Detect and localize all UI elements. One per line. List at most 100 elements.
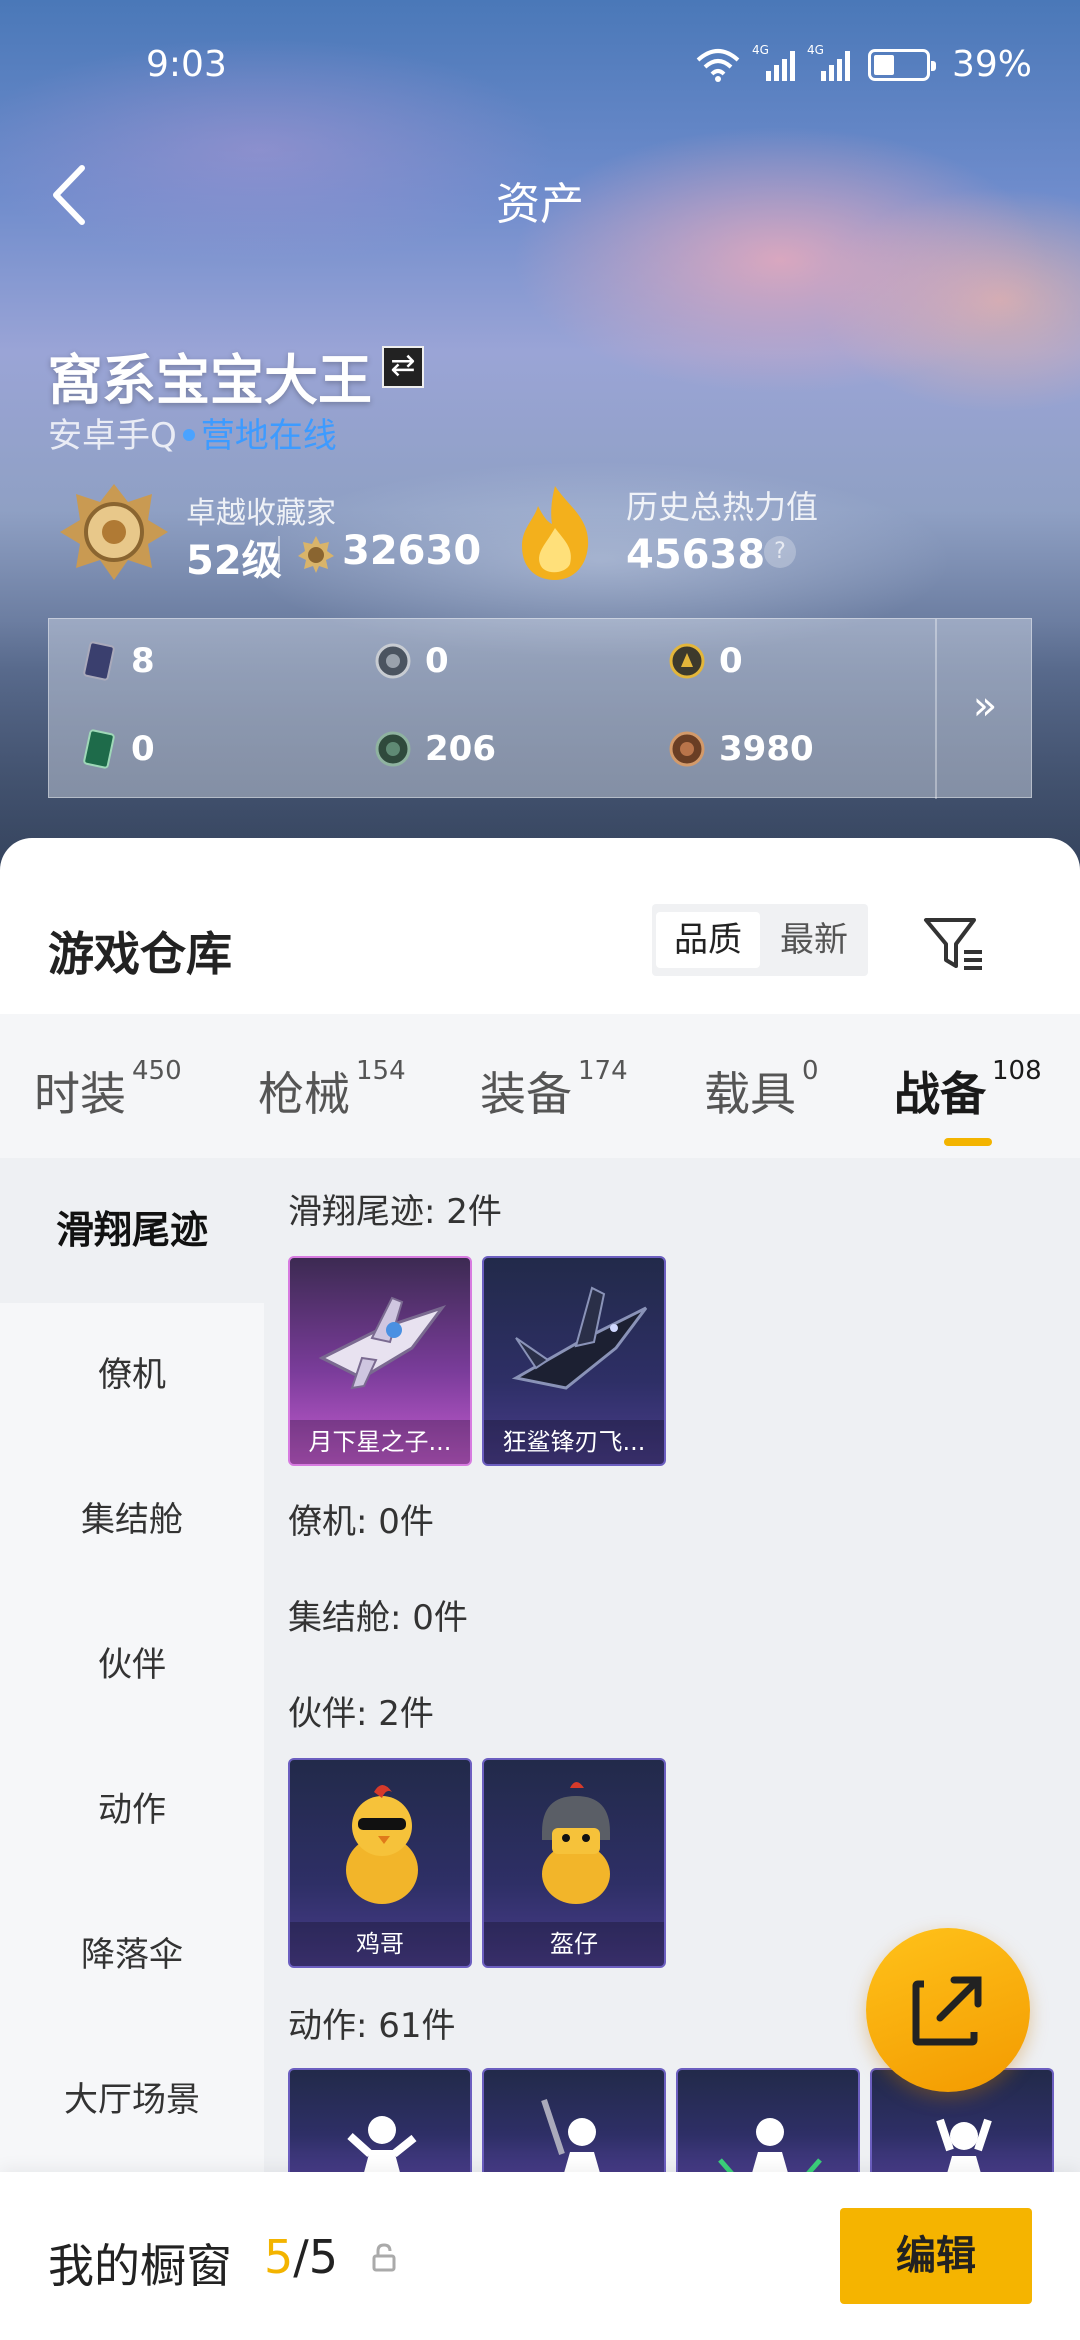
online-dot-icon [182,428,195,441]
tab-label: 战备 [894,1067,986,1121]
help-icon[interactable]: ? [764,536,796,568]
glider-plane-icon [318,1296,447,1390]
lock-icon [372,2243,396,2272]
heat-title: 历史总热力值 [626,488,819,526]
section-title: 僚机: 0件 [288,1502,434,1542]
currency-item: 3980 [669,729,814,769]
filter-icon[interactable] [922,914,984,974]
item-card[interactable]: 狂鲨锋刃飞... [482,1256,666,1466]
asset-page: { "status": {"time": "9:03", "net1": "4G… [0,0,1080,2340]
silver-coin-icon [375,643,411,679]
sort-latest-button[interactable]: 最新 [762,912,866,968]
sort-quality-button[interactable]: 品质 [656,912,760,968]
green-card-icon [83,729,115,769]
category-tabs: 时装 450 枪械 154 装备 174 载具 0 战备 108 [0,1014,1080,1158]
emote-card[interactable] [288,2068,472,2178]
item-card[interactable]: 盔仔 [482,1758,666,1968]
tab-count: 0 [802,1056,819,1086]
battery-icon [867,48,936,81]
sidebar-item-parachute[interactable]: 降落伞 [0,1883,264,2028]
tab-label: 装备 [480,1067,572,1121]
section-title: 伙伴: 2件 [288,1694,434,1734]
share-fab[interactable] [866,1928,1030,2092]
currency-panel[interactable]: 8 0 0 0 206 3980 » [48,618,1033,799]
tab-count: 108 [992,1056,1042,1086]
item-name: 盔仔 [484,1922,664,1966]
currency-item: 8 [81,641,155,681]
item-card[interactable]: 月下星之子... [288,1256,472,1466]
sidebar-item-emote[interactable]: 动作 [0,1738,264,1883]
warehouse-sheet: 游戏仓库 品质 最新 时装 450 枪械 154 装备 174 载具 0 战备 108 滑… [0,838,1080,2340]
showcase-total: /5 [293,2230,339,2284]
helmet-chick-icon [542,1782,610,1904]
showcase-count: 5/5 [264,2230,338,2284]
tab-fashion[interactable]: 时装 450 [34,1056,182,1124]
currency-item: 0 [375,641,449,681]
page-title: 资产 [496,179,584,230]
tab-equipment[interactable]: 装备 174 [480,1056,628,1124]
item-name: 月下星之子... [290,1420,470,1464]
divider [278,536,280,572]
showcase-current: 5 [264,2230,294,2284]
collector-coins: 32630 [342,528,482,574]
sidebar-item-glide-trail[interactable]: 滑翔尾迹 [0,1158,264,1303]
showcase-bar: 我的橱窗 5/5 编辑 [0,2172,1080,2340]
sidebar-item-companion[interactable]: 伙伴 [0,1593,264,1738]
tab-count: 154 [356,1056,406,1086]
emote-card[interactable] [676,2068,860,2178]
green-coin-icon [375,731,411,767]
emote-figure-icon [936,2118,992,2178]
heat-value: 45638 [626,532,766,578]
tab-count: 450 [132,1056,182,1086]
collector-level: 52级 [186,538,282,584]
category-sidebar: 滑翔尾迹 僚机 集结舱 伙伴 动作 降落伞 大厅场景 [0,1158,264,2340]
showcase-title: 我的橱窗 [48,2239,232,2293]
tab-label: 时装 [34,1067,126,1121]
collector-medal-icon [60,484,168,580]
emote-figure-icon [541,2099,602,2178]
user-name: 窩系宝宝大王 [48,349,372,412]
user-subtitle: 安卓手Q 营地在线 [48,408,337,457]
card-ticket-icon [83,641,115,681]
active-tab-indicator [944,1138,992,1146]
more-arrow-icon[interactable]: » [937,619,1033,799]
tab-label: 载具 [704,1067,796,1121]
warehouse-title: 游戏仓库 [48,927,232,981]
section-title: 集结舱: 0件 [288,1598,468,1638]
sidebar-item-lobby-scene[interactable]: 大厅场景 [0,2028,264,2173]
section-title: 滑翔尾迹: 2件 [288,1192,502,1232]
currency-value: 0 [719,641,743,681]
currency-item: 0 [81,729,155,769]
emote-figure-icon [718,2118,822,2178]
net-type-1: 4G [751,42,769,57]
tab-label: 枪械 [258,1067,350,1121]
bronze-coin-icon [669,731,705,767]
item-name: 鸡哥 [290,1922,470,1966]
emote-figure-icon [347,2116,417,2178]
tab-guns[interactable]: 枪械 154 [258,1056,406,1124]
currency-value: 206 [425,729,496,769]
tab-vehicles[interactable]: 载具 0 [704,1056,819,1124]
edit-button[interactable]: 编辑 [840,2208,1032,2304]
signal-icon-2: 4G [807,43,850,81]
item-list: 滑翔尾迹: 2件 月下星之子... 狂鲨锋刃飞... 僚机: 0件 集结舱: 0… [264,1158,1080,2340]
chicken-companion-icon [346,1785,418,1904]
currency-item: 206 [375,729,496,769]
status-icons: 4G 4G 39% [696,43,1032,85]
tab-count: 174 [578,1056,628,1086]
sidebar-item-wingman[interactable]: 僚机 [0,1303,264,1448]
item-name: 狂鲨锋刃飞... [484,1420,664,1464]
battery-percent: 39% [951,44,1032,85]
currency-value: 0 [131,729,155,769]
collector-title: 卓越收藏家 [186,496,336,531]
signal-icon-1: 4G [752,43,795,81]
section-title: 动作: 61件 [288,2006,456,2046]
sidebar-item-pod[interactable]: 集结舱 [0,1448,264,1593]
tab-battle-prep[interactable]: 战备 108 [894,1056,1042,1124]
online-status: 营地在线 [200,416,337,456]
item-card[interactable]: 鸡哥 [288,1758,472,1968]
switch-account-icon[interactable]: ⇄ [382,346,424,388]
shark-glider-icon [511,1286,648,1390]
currency-value: 8 [131,641,155,681]
emote-card[interactable] [482,2068,666,2178]
